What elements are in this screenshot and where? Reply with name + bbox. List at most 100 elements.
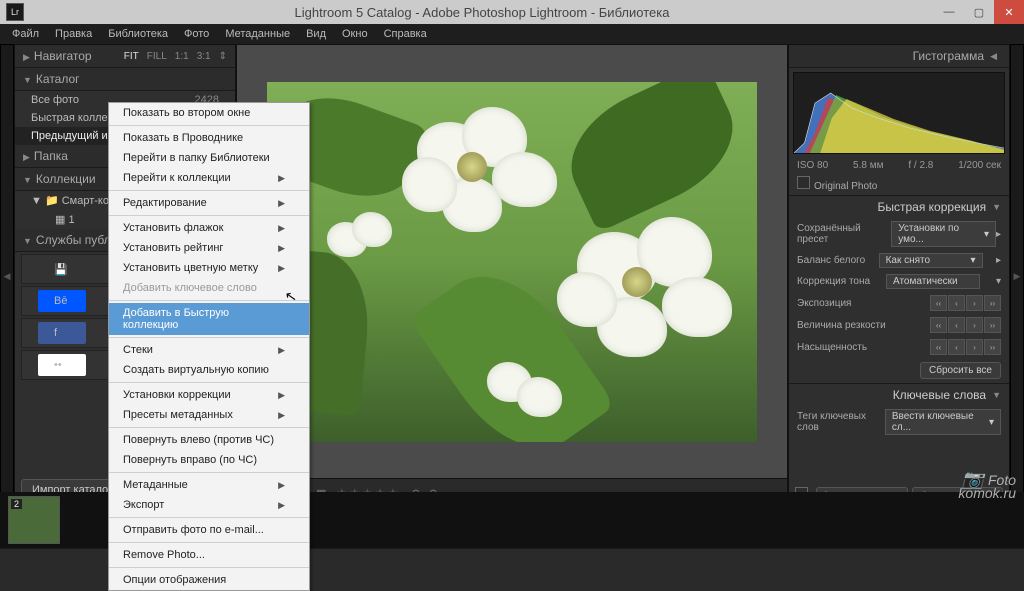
menu-item[interactable]: Редактирование▶: [109, 193, 309, 213]
menu-item[interactable]: Экспорт▶: [109, 495, 309, 515]
keywords-header[interactable]: Ключевые слова▼: [789, 383, 1009, 406]
wb-select[interactable]: Как снято▾: [879, 253, 983, 268]
menu-окно[interactable]: Окно: [336, 28, 374, 40]
photo-context-menu: Показать во втором окне Показать в Провод…: [108, 102, 310, 591]
menu-item[interactable]: Установки коррекции▶: [109, 385, 309, 405]
menu-вид[interactable]: Вид: [300, 28, 332, 40]
exif-summary: ISO 80 5.8 мм f / 2.8 1/200 сек: [789, 158, 1009, 173]
submenu-arrow-icon: ▶: [278, 243, 285, 254]
expand-icon: ▼: [992, 202, 1001, 212]
menu-item[interactable]: Метаданные▶: [109, 475, 309, 495]
tone-label: Коррекция тона: [797, 276, 870, 287]
fit-more-icon[interactable]: ⇕: [219, 51, 227, 62]
keyword-entry-select[interactable]: Ввести ключевые сл...▾: [885, 409, 1001, 435]
menu-метаданные[interactable]: Метаданные: [219, 28, 296, 40]
submenu-arrow-icon: ▶: [278, 500, 285, 511]
preset-label: Сохранённый пресет: [797, 223, 891, 245]
hd-icon: 💾: [38, 258, 86, 280]
clarity-row: Величина резкости ‹‹‹›››: [789, 314, 1009, 336]
menu-item[interactable]: Перейти в папку Библиотеки: [109, 148, 309, 168]
exposure-adjust[interactable]: ‹‹‹›››: [930, 295, 1001, 311]
menu-item[interactable]: Показать в Проводнике: [109, 128, 309, 148]
menu-item[interactable]: Показать во втором окне: [109, 103, 309, 123]
title-bar: Lr Lightroom 5 Catalog - Adobe Photoshop…: [0, 0, 1024, 24]
expand-icon: ▼: [23, 175, 32, 185]
fit-modes[interactable]: FIT FILL 1:1 3:1 ⇕: [124, 51, 227, 62]
clarity-adjust[interactable]: ‹‹‹›››: [930, 317, 1001, 333]
fit-fit[interactable]: FIT: [124, 51, 139, 62]
fit-1:1[interactable]: 1:1: [175, 51, 189, 62]
disclosure-icon[interactable]: ▸: [996, 229, 1001, 240]
image-viewer[interactable]: [237, 45, 787, 478]
wb-label: Баланс белого: [797, 255, 865, 266]
fit-fill[interactable]: FILL: [147, 51, 167, 62]
catalog-label: Каталог: [36, 72, 80, 86]
center-panel: ▦ ▣ | ▭ ≡≡ ▦ ★★★★★ ↶ ↷: [236, 44, 788, 508]
original-photo-row: Original Photo: [789, 173, 1009, 195]
submenu-arrow-icon: ▶: [278, 173, 285, 184]
menu-правка[interactable]: Правка: [49, 28, 98, 40]
menu-справка[interactable]: Справка: [378, 28, 433, 40]
menu-фото[interactable]: Фото: [178, 28, 215, 40]
window-buttons: — ▢ ✕: [934, 0, 1024, 24]
catalog-header[interactable]: ▼ Каталог: [15, 68, 235, 91]
fl-icon: ••: [38, 354, 86, 376]
menu-item[interactable]: Remove Photo...: [109, 545, 309, 565]
navigator-header[interactable]: ▶Навигатор FITFILL1:13:1⇕: [15, 45, 235, 68]
menu-item[interactable]: Опции отображения: [109, 570, 309, 590]
watermark: 📷 Foto komok.ru: [958, 473, 1016, 500]
keyword-tags-label: Теги ключевых слов: [797, 411, 885, 433]
menu-item[interactable]: Перейти к коллекции▶: [109, 168, 309, 188]
submenu-arrow-icon: ▶: [278, 410, 285, 421]
minimize-button[interactable]: —: [934, 0, 964, 24]
submenu-arrow-icon: ▶: [278, 263, 285, 274]
expand-icon: ▼: [23, 236, 32, 246]
histogram-svg: [794, 73, 1004, 153]
histogram-header[interactable]: Гистограмма ◀: [789, 45, 1009, 68]
menu-item: Добавить ключевое слово: [109, 278, 309, 298]
maximize-button[interactable]: ▢: [964, 0, 994, 24]
iso-value: ISO 80: [797, 160, 828, 171]
shutter-value: 1/200 сек: [958, 160, 1001, 171]
submenu-arrow-icon: ▶: [278, 198, 285, 209]
checkbox[interactable]: [797, 176, 810, 189]
fit-3:1[interactable]: 3:1: [197, 51, 211, 62]
menu-item[interactable]: Повернуть вправо (по ЧС): [109, 450, 309, 470]
collapse-icon: ◀: [990, 51, 997, 62]
expand-icon: ▼: [992, 390, 1001, 400]
close-button[interactable]: ✕: [994, 0, 1024, 24]
exposure-label: Экспозиция: [797, 298, 851, 309]
menu-item[interactable]: Стеки▶: [109, 340, 309, 360]
menu-библиотека[interactable]: Библиотека: [102, 28, 174, 40]
left-edge-grip[interactable]: ◀: [0, 44, 14, 508]
menu-item[interactable]: Установить цветную метку▶: [109, 258, 309, 278]
collapse-icon: ▶: [23, 152, 30, 162]
menu-файл[interactable]: Файл: [6, 28, 45, 40]
quick-develop-header[interactable]: Быстрая коррекция▼: [789, 195, 1009, 218]
white-balance-row: Баланс белого Как снято▾ ▸: [789, 250, 1009, 271]
reset-all-button[interactable]: Сбросить все: [920, 362, 1001, 379]
thumbnail[interactable]: 2: [8, 496, 60, 544]
right-edge-grip[interactable]: ▶: [1010, 44, 1024, 508]
expand-icon: ▼: [23, 75, 32, 85]
be-icon: Bē: [38, 290, 86, 312]
menu-item[interactable]: Пресеты метаданных▶: [109, 405, 309, 425]
histogram[interactable]: [793, 72, 1005, 154]
disclosure-icon[interactable]: ▸: [996, 255, 1001, 266]
folders-label: Папка: [34, 149, 68, 163]
menu-item[interactable]: Добавить в Быструю коллекцию: [109, 303, 309, 335]
menu-item[interactable]: Установить флажок▶: [109, 218, 309, 238]
histogram-label: Гистограмма: [913, 49, 984, 63]
saturation-adjust[interactable]: ‹‹‹›››: [930, 339, 1001, 355]
menu-item[interactable]: Установить рейтинг▶: [109, 238, 309, 258]
saturation-row: Насыщенность ‹‹‹›››: [789, 336, 1009, 358]
menu-item[interactable]: Отправить фото по e-mail...: [109, 520, 309, 540]
right-panel: Гистограмма ◀ ISO 80 5.8 мм f / 2.8 1/200…: [788, 44, 1010, 508]
disclosure-icon[interactable]: ▾: [996, 276, 1001, 287]
keyword-tags-row: Теги ключевых слов Ввести ключевые сл...…: [789, 406, 1009, 438]
preset-select[interactable]: Установки по умо...▾: [891, 221, 996, 247]
menu-item[interactable]: Создать виртуальную копию: [109, 360, 309, 380]
menu-item[interactable]: Повернуть влево (против ЧС): [109, 430, 309, 450]
menu-bar: Файл Правка Библиотека Фото Метаданные Вид Окн…: [0, 24, 1024, 44]
tone-auto-button[interactable]: Атоматически: [886, 274, 980, 289]
